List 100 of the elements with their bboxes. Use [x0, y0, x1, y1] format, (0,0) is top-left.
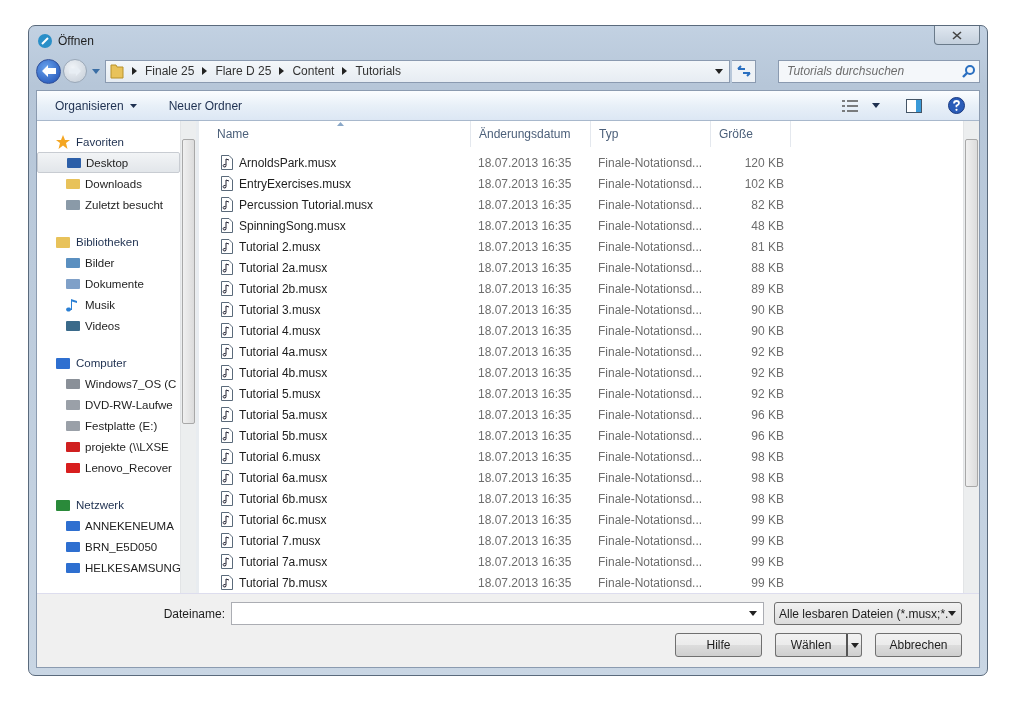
- scrollbar[interactable]: [963, 121, 979, 593]
- sidebar-item[interactable]: Windows7_OS (C: [37, 373, 180, 394]
- refresh-button[interactable]: [732, 59, 756, 83]
- help-icon[interactable]: [948, 97, 965, 114]
- chevron-icon[interactable]: [279, 67, 285, 75]
- size-cell-text: 96 KB: [750, 407, 785, 422]
- file-row[interactable]: Tutorial 6b.musx 18.07.2013 16:35 Finale-Notationsd... 98 KB: [209, 488, 963, 509]
- breadcrumb-item[interactable]: Flare D 25: [215, 64, 272, 78]
- file-row[interactable]: Tutorial 5a.musx 18.07.2013 16:35 Finale-Notationsd... 96 KB: [209, 404, 963, 425]
- music-file-icon: [221, 260, 233, 275]
- sidebar-item[interactable]: ANNEKENEUMA: [37, 515, 180, 536]
- chevron-icon[interactable]: [132, 67, 137, 75]
- chevron-icon[interactable]: [342, 67, 348, 75]
- column-header[interactable]: Typ: [591, 121, 711, 147]
- sidebar-item[interactable]: Musik: [37, 294, 180, 315]
- dropdown-arrow-icon: [948, 611, 957, 616]
- file-row[interactable]: Tutorial 7.musx 18.07.2013 16:35 Finale-Notationsd... 99 KB: [209, 530, 963, 551]
- file-name: Tutorial 7b.musx: [239, 575, 328, 590]
- file-name: Tutorial 6b.musx: [239, 491, 328, 506]
- file-name: Tutorial 4.musx: [239, 323, 321, 338]
- file-row[interactable]: Tutorial 2.musx 18.07.2013 16:35 Finale-Notationsd... 81 KB: [209, 236, 963, 257]
- address-bar[interactable]: Finale 25 Flare D 25 Content Tutorials: [105, 59, 730, 83]
- column-header[interactable]: Größe: [711, 121, 791, 147]
- close-button[interactable]: [934, 26, 980, 45]
- file-row[interactable]: Tutorial 6a.musx 18.07.2013 16:35 Finale-Notationsd... 98 KB: [209, 467, 963, 488]
- sidebar-item[interactable]: Zuletzt besucht: [37, 194, 180, 215]
- breadcrumb-item[interactable]: Finale 25: [145, 64, 195, 78]
- dropdown-arrow-icon: [749, 611, 757, 616]
- breadcrumb-item[interactable]: Content: [292, 64, 335, 78]
- file-row[interactable]: ArnoldsPark.musx 18.07.2013 16:35 Finale-Notationsd... 120 KB: [209, 152, 963, 173]
- file-name: Tutorial 7.musx: [239, 533, 321, 548]
- sidebar-item[interactable]: Lenovo_Recover: [37, 457, 180, 478]
- column-header[interactable]: Änderungsdatum: [471, 121, 591, 147]
- breadcrumb-item[interactable]: Tutorials: [355, 64, 401, 78]
- file-type-dropdown[interactable]: Alle lesbaren Dateien (*.musx;*.: [774, 602, 962, 625]
- sidebar-item[interactable]: Dokumente: [37, 273, 180, 294]
- chevron-icon[interactable]: [202, 67, 208, 75]
- file-row[interactable]: Tutorial 4.musx 18.07.2013 16:35 Finale-Notationsd... 90 KB: [209, 320, 963, 341]
- dropdown-arrow-icon[interactable]: [872, 103, 880, 108]
- file-name: Tutorial 6a.musx: [239, 470, 328, 485]
- sidebar-item[interactable]: Desktop: [37, 152, 180, 173]
- help-button[interactable]: Hilfe: [675, 633, 762, 657]
- sidebar-item[interactable]: Festplatte (E:): [37, 415, 180, 436]
- music-file-icon: [221, 323, 233, 338]
- organize-button[interactable]: Organisieren: [47, 95, 145, 116]
- music-file-icon: [221, 491, 233, 506]
- type-cell-text: Finale-Notationsd...: [597, 575, 704, 590]
- music-file-icon: [221, 344, 233, 359]
- dropdown-button[interactable]: [846, 633, 862, 657]
- file-name: Tutorial 7a.musx: [239, 554, 328, 569]
- music-file-icon: [221, 428, 233, 443]
- sidebar-group[interactable]: Computer: [37, 352, 180, 373]
- file-row[interactable]: Tutorial 3.musx 18.07.2013 16:35 Finale-Notationsd... 90 KB: [209, 299, 963, 320]
- music-file-icon: [221, 533, 233, 548]
- file-row[interactable]: Tutorial 4b.musx 18.07.2013 16:35 Finale-Notationsd... 92 KB: [209, 362, 963, 383]
- scrollbar[interactable]: [180, 121, 196, 593]
- sort-arrow-icon: [337, 122, 344, 126]
- file-row[interactable]: Tutorial 4a.musx 18.07.2013 16:35 Finale-Notationsd... 92 KB: [209, 341, 963, 362]
- file-row[interactable]: Tutorial 5.musx 18.07.2013 16:35 Finale-Notationsd... 92 KB: [209, 383, 963, 404]
- sidebar-group[interactable]: Bibliotheken: [37, 231, 180, 252]
- date-cell-text: 18.07.2013 16:35: [477, 449, 573, 464]
- file-row[interactable]: Tutorial 6c.musx 18.07.2013 16:35 Finale-Notationsd... 99 KB: [209, 509, 963, 530]
- file-row[interactable]: Tutorial 5b.musx 18.07.2013 16:35 Finale-Notationsd... 96 KB: [209, 425, 963, 446]
- cancel-button[interactable]: Abbrechen: [875, 633, 962, 657]
- file-row[interactable]: EntryExercises.musx 18.07.2013 16:35 Finale-Notationsd... 102 KB: [209, 173, 963, 194]
- sidebar-item[interactable]: BRN_E5D050: [37, 536, 180, 557]
- file-row[interactable]: Tutorial 2a.musx 18.07.2013 16:35 Finale-Notationsd... 88 KB: [209, 257, 963, 278]
- type-cell-text: Finale-Notationsd...: [597, 491, 704, 506]
- file-row[interactable]: Tutorial 6.musx 18.07.2013 16:35 Finale-Notationsd... 98 KB: [209, 446, 963, 467]
- file-row[interactable]: Tutorial 2b.musx 18.07.2013 16:35 Finale-Notationsd... 89 KB: [209, 278, 963, 299]
- sidebar-item[interactable]: Downloads: [37, 173, 180, 194]
- back-button[interactable]: [36, 58, 61, 84]
- music-file-icon: [221, 407, 233, 422]
- dropdown-arrow-icon[interactable]: [715, 68, 723, 74]
- file-row[interactable]: Tutorial 7a.musx 18.07.2013 16:35 Finale-Notationsd... 99 KB: [209, 551, 963, 572]
- file-name: Tutorial 6c.musx: [239, 512, 327, 527]
- file-name: Tutorial 5a.musx: [239, 407, 328, 422]
- file-row[interactable]: SpinningSong.musx 18.07.2013 16:35 Finale-Notationsd... 48 KB: [209, 215, 963, 236]
- close-icon: [952, 30, 962, 40]
- sidebar-item[interactable]: DVD-RW-Laufwe: [37, 394, 180, 415]
- sidebar-item[interactable]: Bilder: [37, 252, 180, 273]
- file-row[interactable]: Tutorial 7b.musx 18.07.2013 16:35 Finale-Notationsd... 99 KB: [209, 572, 963, 593]
- app-icon: [38, 34, 52, 48]
- size-cell-text: 92 KB: [750, 365, 785, 380]
- sidebar-item[interactable]: HELKESAMSUNG: [37, 557, 180, 578]
- type-cell-text: Finale-Notationsd...: [597, 176, 704, 191]
- choose-button[interactable]: Wählen: [775, 633, 846, 657]
- filename-field[interactable]: [231, 602, 764, 625]
- sidebar-group[interactable]: Netzwerk: [37, 494, 180, 515]
- file-row[interactable]: Percussion Tutorial.musx 18.07.2013 16:35 Finale-Notationsd... 82 KB: [209, 194, 963, 215]
- new-folder-button[interactable]: Neuer Ordner: [160, 95, 251, 116]
- sidebar-item[interactable]: Videos: [37, 315, 180, 336]
- sidebar-group[interactable]: Favoriten: [37, 131, 180, 152]
- view-list-icon[interactable]: [842, 99, 858, 112]
- date-cell-text: 18.07.2013 16:35: [477, 386, 573, 401]
- preview-pane-icon[interactable]: [906, 98, 922, 113]
- sidebar-item[interactable]: projekte (\\LXSE: [37, 436, 180, 457]
- date-cell-text: 18.07.2013 16:35: [477, 218, 573, 233]
- search-field[interactable]: Tutorials durchsuchen: [778, 59, 980, 83]
- date-cell-text: 18.07.2013 16:35: [477, 575, 573, 590]
